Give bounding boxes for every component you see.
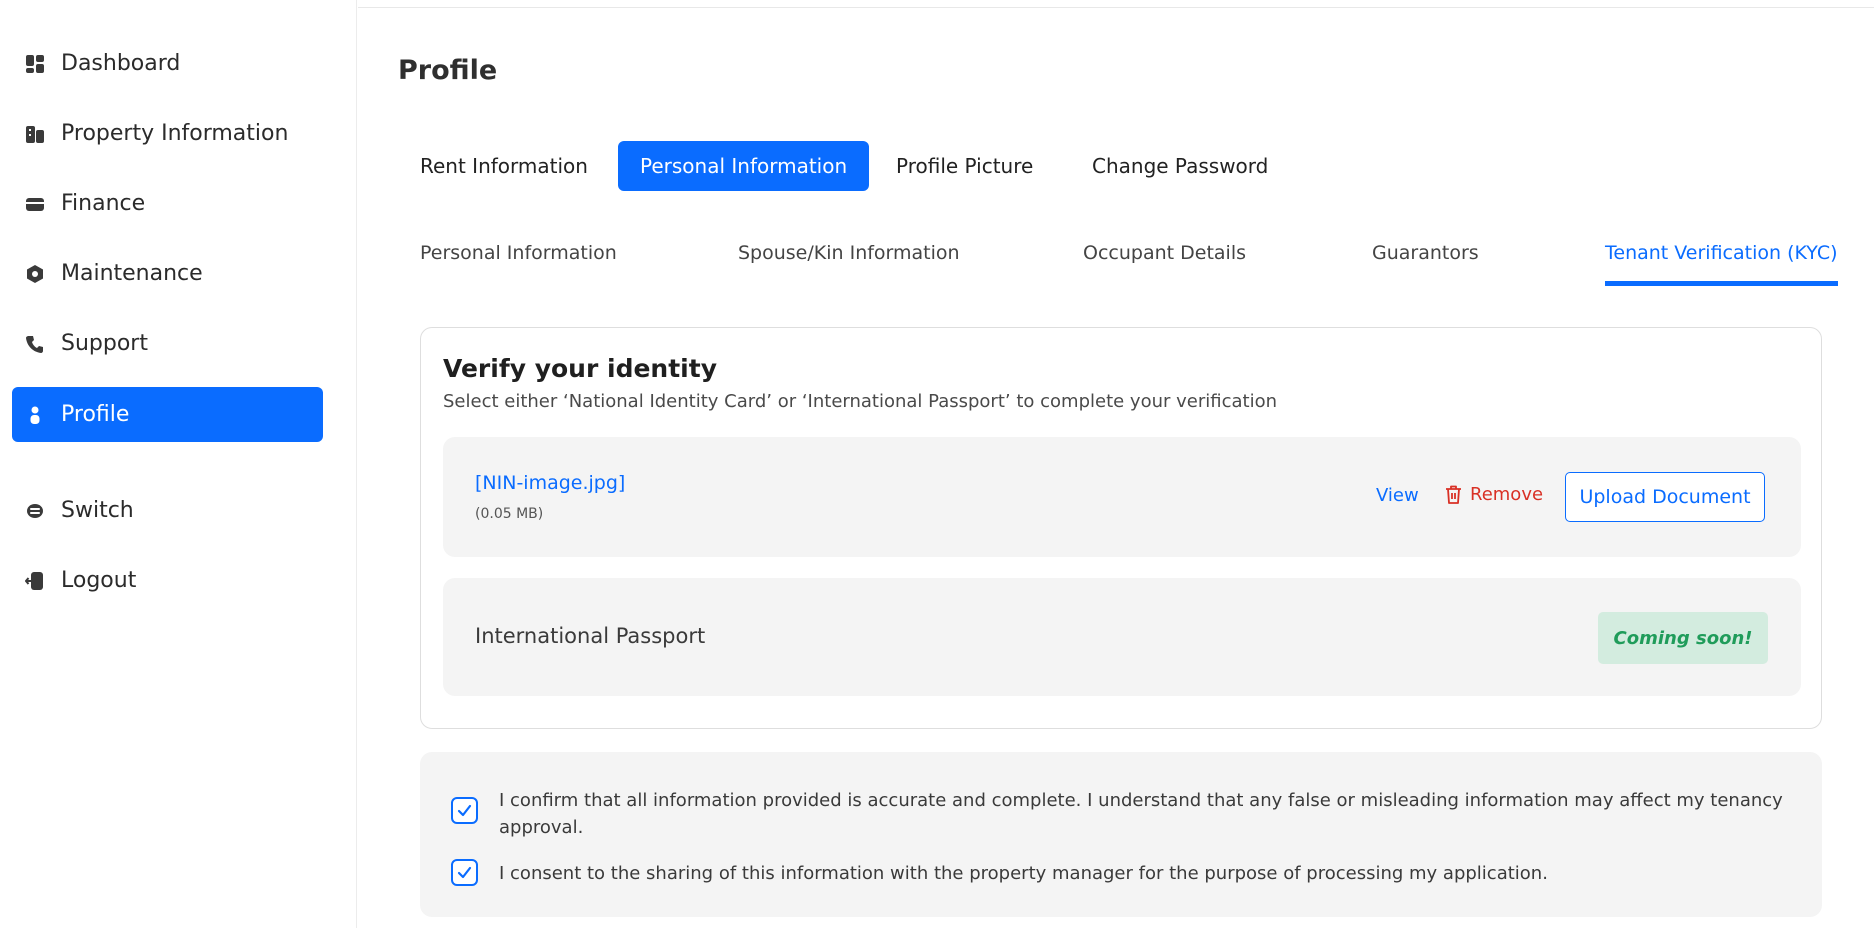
subtab-occupant-details[interactable]: Occupant Details: [1083, 242, 1246, 286]
file-size: (0.05 MB): [475, 506, 544, 522]
dashboard-icon: [24, 53, 46, 75]
sidebar-item-label: Profile: [61, 402, 130, 427]
confirm-accuracy-checkbox[interactable]: [451, 797, 478, 824]
subtab-personal-information[interactable]: Personal Information: [420, 242, 617, 286]
wallet-icon: [24, 193, 46, 215]
subtab-guarantors[interactable]: Guarantors: [1372, 242, 1479, 286]
verify-identity-card: Verify your identity Select either ‘Nati…: [420, 327, 1822, 729]
consent-text: I confirm that all information provided …: [499, 790, 1783, 838]
consent-section: I confirm that all information provided …: [420, 752, 1822, 917]
sidebar-item-finance[interactable]: Finance: [12, 176, 323, 231]
sidebar-item-support[interactable]: Support: [12, 316, 323, 371]
sidebar-item-switch[interactable]: Switch: [12, 483, 323, 538]
tab-profile-picture[interactable]: Profile Picture: [874, 141, 1055, 191]
sidebar-item-label: Property Information: [61, 121, 289, 146]
tab-rent-information[interactable]: Rent Information: [398, 141, 610, 191]
sidebar-item-label: Logout: [61, 568, 137, 593]
consent-row: I confirm that all information provided …: [451, 787, 1789, 841]
remove-label: Remove: [1470, 484, 1544, 505]
check-icon: [457, 866, 472, 879]
subtab-tenant-verification[interactable]: Tenant Verification (KYC): [1605, 242, 1838, 286]
tab-change-password[interactable]: Change Password: [1070, 141, 1290, 191]
remove-document-button[interactable]: Remove: [1445, 484, 1543, 505]
wrench-icon: [24, 263, 46, 285]
passport-label: International Passport: [475, 624, 706, 648]
sidebar-item-profile[interactable]: Profile: [12, 387, 323, 442]
user-icon: [24, 404, 46, 426]
view-document-link[interactable]: View: [1376, 485, 1419, 506]
consent-text: I consent to the sharing of this informa…: [499, 863, 1548, 884]
sidebar-item-maintenance[interactable]: Maintenance: [12, 246, 323, 301]
sidebar-item-dashboard[interactable]: Dashboard: [12, 36, 323, 91]
coming-soon-badge: Coming soon!: [1598, 612, 1768, 664]
uploaded-document-row: [NIN-image.jpg] (0.05 MB) View Remove Up…: [443, 437, 1801, 557]
trash-icon: [1446, 485, 1461, 504]
phone-icon: [24, 333, 46, 355]
logout-icon: [24, 570, 46, 592]
verify-subtitle: Select either ‘National Identity Card’ o…: [443, 391, 1277, 412]
verify-title: Verify your identity: [443, 354, 717, 383]
sidebar-item-label: Finance: [61, 191, 146, 216]
sidebar-item-label: Maintenance: [61, 261, 203, 286]
sidebar-item-label: Switch: [61, 498, 134, 523]
subtab-spouse-kin-information[interactable]: Spouse/Kin Information: [738, 242, 960, 286]
building-icon: [24, 123, 46, 145]
tab-personal-information[interactable]: Personal Information: [618, 141, 870, 191]
switch-icon: [24, 500, 46, 522]
page-title: Profile: [398, 55, 498, 86]
sidebar-item-logout[interactable]: Logout: [12, 553, 323, 608]
check-icon: [457, 804, 472, 817]
consent-sharing-checkbox[interactable]: [451, 859, 478, 886]
top-divider: [358, 7, 1874, 8]
passport-row: International Passport Coming soon!: [443, 578, 1801, 696]
file-name-link[interactable]: [NIN-image.jpg]: [475, 472, 625, 494]
sidebar-item-label: Dashboard: [61, 51, 181, 76]
sidebar: Dashboard Property Information Finance M…: [0, 0, 357, 928]
consent-row: I consent to the sharing of this informa…: [451, 859, 1789, 887]
sidebar-item-property-information[interactable]: Property Information: [12, 106, 323, 161]
upload-document-button[interactable]: Upload Document: [1565, 472, 1765, 522]
sidebar-item-label: Support: [61, 331, 148, 356]
